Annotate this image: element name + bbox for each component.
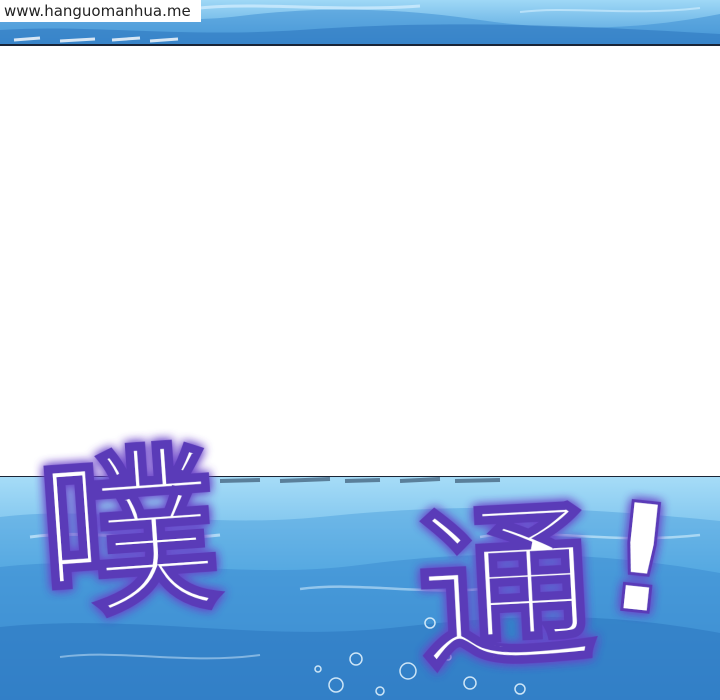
panel-border-top	[0, 44, 720, 46]
watermark-text: www.hanguomanhua.me	[0, 0, 201, 22]
water-panel-bottom	[0, 477, 720, 700]
comic-page: www.hanguomanhua.me 噗 通 !	[0, 0, 720, 700]
water-surface-bottom	[0, 477, 720, 700]
